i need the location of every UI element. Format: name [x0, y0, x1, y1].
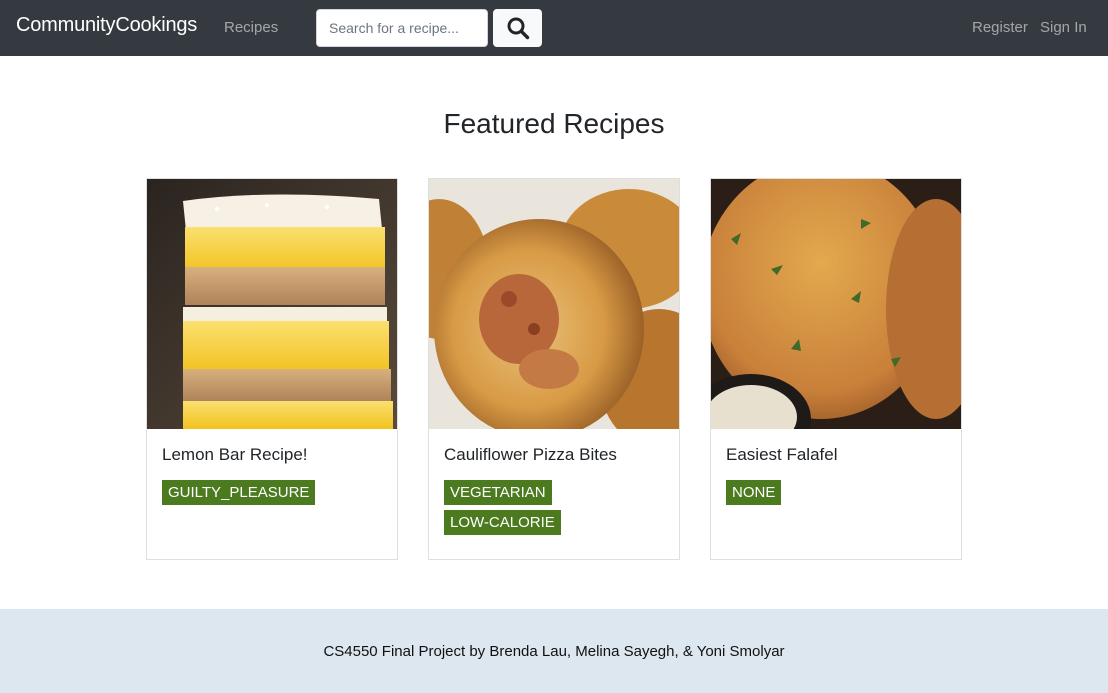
- search-button[interactable]: [493, 9, 542, 47]
- brand-logo[interactable]: CommunityCookings: [16, 14, 197, 37]
- recipe-card-title[interactable]: Easiest Falafel: [726, 445, 838, 465]
- top-navbar: CommunityCookings Recipes Register Sign …: [0, 0, 1108, 56]
- footer-credits: CS4550 Final Project by Brenda Lau, Meli…: [323, 642, 785, 660]
- recipe-card-cauliflower-pizza-bites[interactable]: Cauliflower Pizza Bites VEGETARIAN LOW-C…: [428, 178, 680, 560]
- nav-link-register[interactable]: Register: [972, 19, 1028, 36]
- search-input[interactable]: [316, 9, 488, 47]
- tag-badge: GUILTY_PLEASURE: [162, 480, 316, 505]
- recipe-card-title[interactable]: Lemon Bar Recipe!: [162, 445, 308, 465]
- recipe-card-lemon-bar[interactable]: Lemon Bar Recipe! GUILTY_PLEASURE: [146, 178, 398, 560]
- nav-link-sign-in[interactable]: Sign In: [1040, 19, 1087, 36]
- recipe-card-easiest-falafel[interactable]: Easiest Falafel NONE: [710, 178, 962, 560]
- nav-link-recipes[interactable]: Recipes: [224, 19, 278, 36]
- tag-badge: NONE: [726, 480, 782, 505]
- recipe-card-title[interactable]: Cauliflower Pizza Bites: [444, 445, 617, 465]
- search-icon: [507, 17, 529, 40]
- cauliflower-pizza-photo[interactable]: [429, 179, 679, 429]
- tag-badge: LOW-CALORIE: [444, 510, 561, 535]
- tag-badge: VEGETARIAN: [444, 480, 552, 505]
- lemon-bar-photo[interactable]: [147, 179, 397, 429]
- page-title: Featured Recipes: [443, 108, 665, 139]
- falafel-photo[interactable]: [711, 179, 961, 429]
- page-footer: CS4550 Final Project by Brenda Lau, Meli…: [0, 609, 1108, 693]
